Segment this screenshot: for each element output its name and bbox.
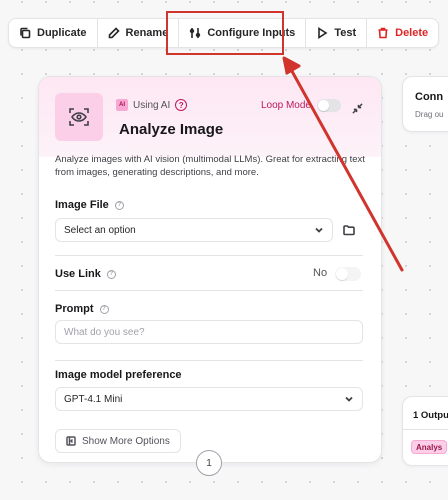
image-file-value: Select an option: [64, 224, 136, 236]
use-link-toggle[interactable]: [335, 267, 361, 281]
info-icon[interactable]: ?: [114, 200, 124, 210]
info-icon[interactable]: ?: [99, 304, 109, 314]
rename-button[interactable]: Rename: [98, 19, 180, 47]
divider: [55, 290, 363, 291]
image-file-label: Image File ?: [55, 199, 124, 211]
delete-button[interactable]: Delete: [367, 19, 438, 47]
trash-icon: [378, 27, 388, 39]
duplicate-button[interactable]: Duplicate: [9, 19, 98, 47]
configure-inputs-button[interactable]: Configure Inputs: [179, 19, 307, 47]
node-description: Analyze images with AI vision (multimoda…: [55, 154, 365, 178]
ai-badge-icon: AI: [116, 99, 128, 111]
configure-inputs-label: Configure Inputs: [207, 27, 296, 39]
analyze-image-node[interactable]: AI Using AI ? Analyze Image Loop Mode An…: [38, 76, 382, 463]
folder-icon[interactable]: [343, 223, 357, 237]
output-handle[interactable]: 1: [196, 450, 222, 476]
model-preference-label-text: Image model preference: [55, 369, 182, 381]
test-label: Test: [334, 27, 357, 39]
help-icon[interactable]: ?: [175, 99, 188, 111]
duplicate-label: Duplicate: [37, 27, 87, 39]
use-link-value: No: [313, 267, 328, 279]
node-header: AI Using AI ? Analyze Image Loop Mode: [39, 77, 381, 157]
chevron-down-icon: [315, 227, 323, 233]
panel-icon: [66, 436, 76, 446]
using-ai-label: Using AI: [133, 99, 171, 111]
output-node[interactable]: 1 Outpu Analys: [402, 396, 448, 466]
output-node-title: 1 Outpu: [413, 410, 448, 421]
divider: [55, 360, 363, 361]
copy-icon: [20, 27, 31, 39]
loop-mode-label: Loop Mode: [260, 100, 311, 111]
image-file-select[interactable]: Select an option: [55, 218, 333, 242]
delete-label: Delete: [395, 27, 429, 39]
prompt-label-text: Prompt: [55, 303, 94, 315]
model-preference-label: Image model preference: [55, 369, 182, 381]
rename-label: Rename: [125, 27, 169, 39]
show-more-label: Show More Options: [82, 435, 170, 447]
prompt-input[interactable]: What do you see?: [55, 320, 363, 344]
play-icon: [318, 27, 328, 39]
model-preference-select[interactable]: GPT-4.1 Mini: [55, 387, 363, 411]
collapse-icon[interactable]: [352, 101, 363, 114]
node-title: Analyze Image: [119, 121, 224, 138]
info-icon[interactable]: ?: [106, 269, 116, 279]
configure-icon: [190, 28, 201, 38]
divider: [55, 255, 363, 256]
connect-node[interactable]: Conn Drag ou: [402, 76, 448, 132]
output-chip[interactable]: Analys: [411, 440, 448, 454]
image-file-label-text: Image File: [55, 199, 109, 211]
prompt-label: Prompt ?: [55, 303, 109, 315]
loop-mode-control[interactable]: Loop Mode: [261, 99, 341, 112]
chevron-down-icon: [345, 396, 353, 402]
connect-node-title: Conn: [415, 91, 444, 103]
eye-scan-icon: [55, 93, 103, 141]
using-ai-tag: AI Using AI ?: [116, 99, 188, 111]
show-more-options-button[interactable]: Show More Options: [55, 429, 181, 453]
test-button[interactable]: Test: [306, 19, 368, 47]
node-toolbar: Duplicate Rename Configure Inputs Test D…: [8, 18, 440, 48]
use-link-label-text: Use Link: [55, 268, 101, 280]
model-preference-value: GPT-4.1 Mini: [64, 393, 123, 405]
divider: [403, 429, 448, 430]
use-link-label: Use Link ?: [55, 268, 116, 280]
pencil-icon: [108, 27, 120, 39]
loop-mode-toggle[interactable]: [317, 99, 341, 112]
connect-node-subtitle: Drag ou: [415, 110, 444, 119]
